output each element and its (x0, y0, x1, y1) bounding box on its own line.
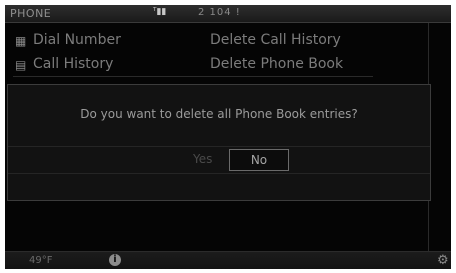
confirm-delete-dialog: Do you want to delete all Phone Book ent… (7, 84, 431, 201)
menu-item-label: Delete Phone Book (210, 56, 344, 72)
gear-icon[interactable]: ⚙ (437, 253, 449, 268)
menu-item-dial-number[interactable]: ▦ Dial Number (15, 32, 121, 48)
dialog-button-bar: Yes No (8, 146, 430, 174)
yes-button[interactable]: Yes (193, 152, 212, 166)
screen-title: PHONE (10, 7, 52, 20)
no-button[interactable]: No (229, 149, 289, 171)
bottom-bar: 49°F i ⚙ (5, 251, 451, 269)
status-bar: PHONE ᵀ▮▮ 2 104 ! (5, 5, 451, 23)
menu-divider (13, 76, 373, 77)
status-info: 2 104 ! (198, 7, 241, 18)
menu-item-label: Dial Number (33, 32, 121, 48)
phone-screen: PHONE ᵀ▮▮ 2 104 ! ▦ Dial Number Delete Ca… (5, 5, 451, 269)
menu-item-call-history[interactable]: ▤ Call History (15, 56, 113, 72)
menu-item-delete-phone-book[interactable]: Delete Phone Book (210, 56, 343, 72)
menu-item-label: Call History (33, 56, 114, 72)
phone-menu: ▦ Dial Number Delete Call History ▤ Call H… (5, 27, 451, 87)
outside-temperature: 49°F (29, 255, 53, 266)
dialog-message: Do you want to delete all Phone Book ent… (80, 107, 358, 121)
info-icon[interactable]: i (109, 254, 121, 266)
signal-icon: ᵀ▮▮ (153, 7, 167, 17)
phone-keypad-icon: ▦ (15, 34, 27, 48)
menu-item-delete-call-history[interactable]: Delete Call History (210, 32, 341, 48)
menu-item-label: Delete Call History (210, 32, 341, 48)
call-list-icon: ▤ (15, 58, 27, 72)
